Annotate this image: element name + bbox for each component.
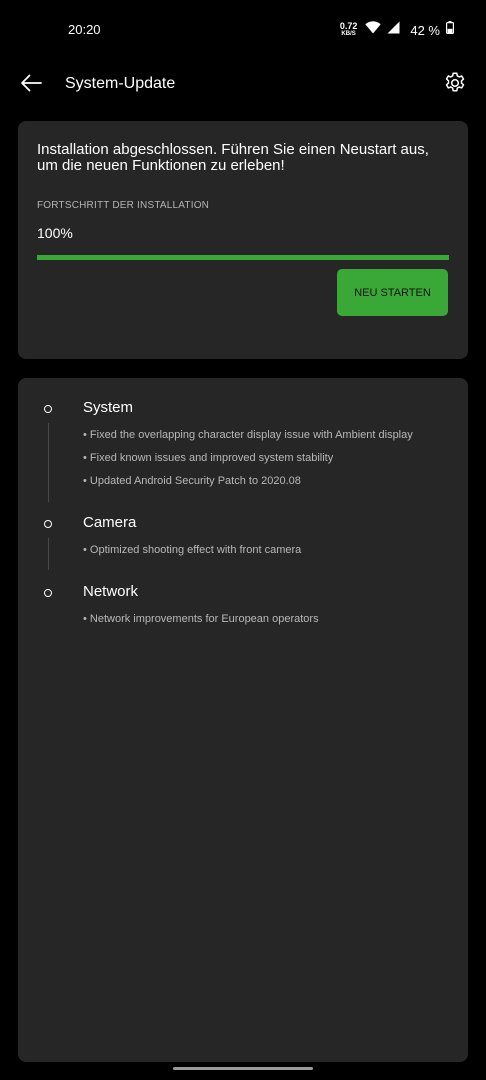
progress-percentage: 100% bbox=[37, 225, 73, 241]
network-speed-value: 0.72 bbox=[339, 21, 358, 31]
status-icons: 0.72 KB/S 42 % bbox=[340, 20, 455, 40]
battery-icon bbox=[446, 21, 455, 39]
timeline-dot bbox=[44, 589, 52, 597]
home-indicator[interactable] bbox=[173, 1067, 313, 1070]
note-item: • Fixed known issues and improved system… bbox=[83, 452, 334, 464]
page-title: System-Update bbox=[65, 75, 176, 92]
network-speed-indicator: 0.72 KB/S bbox=[340, 22, 358, 38]
note-item: • Optimized shooting effect with front c… bbox=[83, 544, 302, 556]
network-speed-unit: KB/S bbox=[341, 31, 356, 37]
progress-bar bbox=[37, 255, 449, 260]
cell-signal-icon bbox=[387, 21, 400, 39]
progress-bar-fill bbox=[37, 255, 449, 260]
note-item: • Updated Android Security Patch to 2020… bbox=[83, 475, 301, 487]
app-bar: System-Update bbox=[0, 62, 486, 108]
status-time: 20:20 bbox=[68, 22, 101, 37]
installation-message: Installation abgeschlossen. Führen Sie e… bbox=[37, 141, 429, 174]
timeline-dot bbox=[44, 520, 52, 528]
battery-percentage: 42 % bbox=[410, 22, 440, 38]
installation-card: Installation abgeschlossen. Führen Sie e… bbox=[18, 121, 468, 359]
arrow-left-icon bbox=[20, 74, 42, 97]
release-notes-card: System • Fixed the overlapping character… bbox=[18, 378, 468, 1062]
section-title-camera: Camera bbox=[83, 514, 137, 531]
back-button[interactable] bbox=[14, 70, 48, 100]
gear-icon bbox=[443, 71, 467, 100]
section-title-system: System bbox=[83, 399, 134, 416]
timeline-line bbox=[48, 538, 49, 570]
restart-button[interactable]: NEU STARTEN bbox=[337, 269, 448, 316]
note-item: • Network improvements for European oper… bbox=[83, 613, 319, 625]
status-bar: 20:20 0.72 KB/S 42 % bbox=[0, 0, 486, 60]
progress-label: FORTSCHRITT DER INSTALLATION bbox=[37, 200, 210, 211]
section-title-network: Network bbox=[83, 583, 139, 600]
note-item: • Fixed the overlapping character displa… bbox=[83, 429, 413, 441]
wifi-icon bbox=[365, 21, 382, 39]
timeline-line bbox=[48, 423, 49, 502]
settings-button[interactable] bbox=[440, 70, 470, 100]
timeline-dot bbox=[44, 405, 52, 413]
